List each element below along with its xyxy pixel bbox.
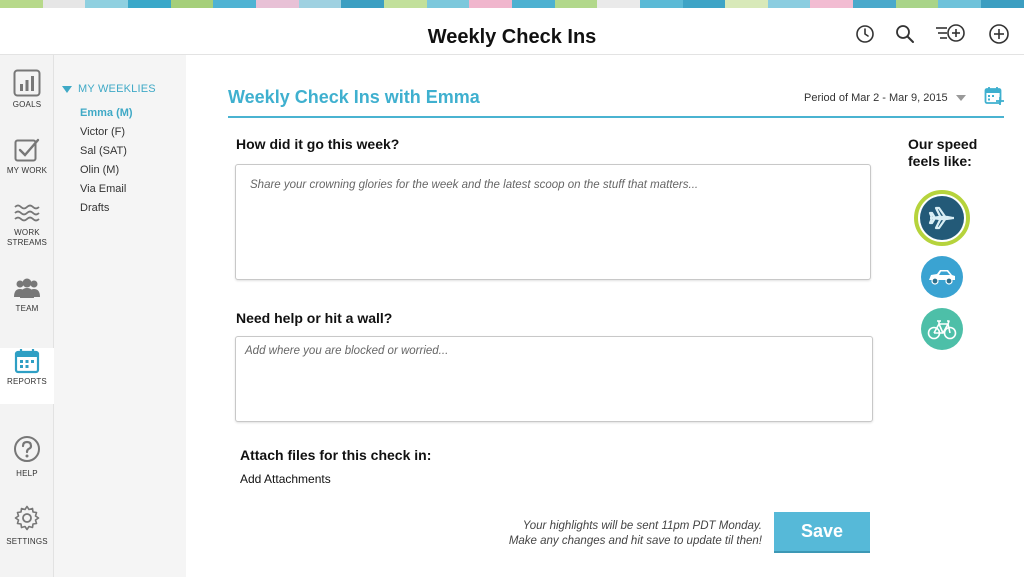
nav-item-reports[interactable]: REPORTS — [0, 348, 54, 404]
stripe-segment — [767, 0, 811, 8]
weekly-item-emma[interactable]: Emma (M) — [80, 104, 133, 123]
checkbox-icon — [14, 138, 40, 162]
weekly-item-olin[interactable]: Olin (M) — [80, 161, 133, 180]
car-icon — [929, 270, 955, 285]
stripe-segment — [383, 0, 427, 8]
team-icon — [14, 278, 40, 298]
add-attachments-link[interactable]: Add Attachments — [240, 472, 331, 486]
help-icon — [14, 436, 40, 462]
stripe-segment — [725, 0, 768, 8]
period-select[interactable]: Period of Mar 2 - Mar 9, 2015 — [804, 92, 966, 104]
save-note-line: Make any changes and hit save to update … — [508, 535, 762, 547]
search-icon[interactable] — [893, 22, 917, 46]
stripe-segment — [255, 0, 299, 8]
nav-item-help[interactable]: HELP — [0, 435, 54, 479]
stripe-segment — [511, 0, 555, 8]
speed-option-bicycle[interactable] — [921, 308, 963, 350]
save-button[interactable]: Save — [774, 512, 870, 553]
stripe-segment — [127, 0, 171, 8]
primary-sidebar: GOALS MY WORK WORK STREAMS TEAM REPORTS … — [0, 55, 54, 577]
nav-item-team[interactable]: TEAM — [0, 277, 54, 314]
add-list-icon[interactable] — [935, 22, 967, 46]
nav-item-settings[interactable]: SETTINGS — [0, 505, 54, 547]
stripe-segment — [639, 0, 683, 8]
speed-option-airplane[interactable] — [914, 190, 970, 246]
clock-icon[interactable] — [853, 22, 877, 46]
nav-label: GOALS — [12, 100, 42, 109]
calendar-add-icon[interactable] — [984, 86, 1004, 106]
nav-label: REPORTS — [7, 377, 47, 386]
gear-icon — [14, 505, 40, 531]
stripe-segment — [597, 0, 640, 8]
stripe-segment — [895, 0, 939, 8]
stripe-segment — [341, 0, 384, 8]
main-content: Weekly Check Ins with Emma Period of Mar… — [186, 55, 1024, 577]
decorative-color-stripe — [0, 0, 1024, 8]
stripe-segment — [42, 0, 86, 8]
nav-item-goals[interactable]: GOALS — [0, 69, 54, 110]
nav-label: WORK STREAMS — [6, 228, 48, 247]
stripe-segment — [554, 0, 598, 8]
speed-option-car[interactable] — [921, 256, 963, 298]
stripe-segment — [853, 0, 896, 8]
attach-files-label: Attach files for this check in: — [240, 447, 432, 463]
caret-down-icon — [62, 85, 72, 93]
save-note: Your highlights will be sent 11pm PDT Mo… — [509, 519, 762, 549]
stripe-segment — [426, 0, 470, 8]
nav-label: SETTINGS — [6, 537, 48, 546]
calendar-icon — [14, 349, 40, 374]
nav-item-my-work[interactable]: MY WORK — [0, 137, 54, 176]
nav-label: MY WORK — [6, 166, 48, 175]
stripe-segment — [170, 0, 214, 8]
stripe-segment — [469, 0, 512, 8]
add-icon[interactable] — [987, 22, 1011, 46]
stripe-segment — [938, 0, 982, 8]
my-weeklies-toggle[interactable]: MY WEEKLIES — [62, 83, 156, 95]
nav-label: TEAM — [15, 304, 39, 313]
title-divider — [228, 116, 1004, 118]
stripe-segment — [0, 0, 43, 8]
goals-chart-icon — [13, 69, 41, 97]
question-need-help: Need help or hit a wall? — [236, 310, 393, 326]
airplane-icon — [920, 196, 964, 240]
secondary-sidebar: MY WEEKLIES Emma (M) Victor (F) Sal (SAT… — [54, 55, 186, 577]
page-title: Weekly Check Ins with Emma — [228, 87, 480, 107]
weekly-item-victor[interactable]: Victor (F) — [80, 123, 133, 142]
subnav-heading: MY WEEKLIES — [78, 83, 156, 95]
question-how-did-it-go: How did it go this week? — [236, 136, 400, 152]
stripe-segment — [682, 0, 726, 8]
bicycle-icon — [927, 320, 957, 340]
stripe-segment — [810, 0, 854, 8]
stripe-segment — [85, 0, 128, 8]
stripe-segment — [298, 0, 342, 8]
nav-item-work-streams[interactable]: WORK STREAMS — [0, 203, 54, 248]
waves-icon — [14, 204, 40, 222]
save-note-line: Your highlights will be sent 11pm PDT Mo… — [522, 520, 762, 532]
nav-label: HELP — [16, 469, 38, 478]
how-did-it-go-input[interactable] — [235, 164, 871, 280]
stripe-segment — [981, 0, 1024, 8]
speed-title: Our speed feels like: — [908, 136, 978, 169]
weekly-item-via-email[interactable]: Via Email — [80, 180, 133, 199]
weekly-item-drafts[interactable]: Drafts — [80, 199, 133, 218]
weekly-item-sal[interactable]: Sal (SAT) — [80, 142, 133, 161]
weeklies-list: Emma (M) Victor (F) Sal (SAT) Olin (M) V… — [80, 104, 133, 218]
stripe-segment — [213, 0, 256, 8]
chevron-down-icon — [955, 95, 966, 101]
period-label: Period of Mar 2 - Mar 9, 2015 — [804, 92, 948, 104]
need-help-input[interactable] — [235, 336, 873, 422]
top-bar: Weekly Check Ins — [0, 8, 1024, 55]
